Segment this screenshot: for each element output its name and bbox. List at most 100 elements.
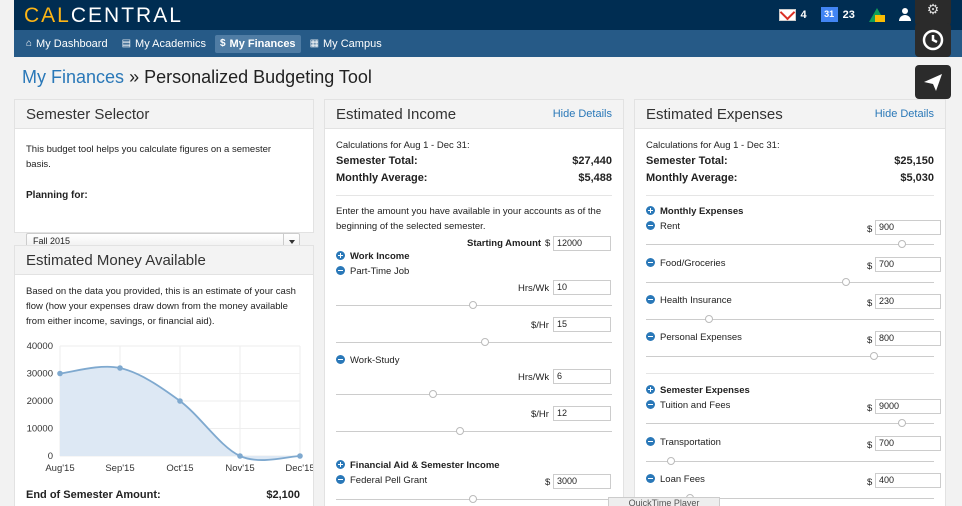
divider [646, 195, 934, 196]
pell-grant-slider[interactable] [336, 495, 612, 503]
panel-title: Semester Selector [26, 105, 150, 123]
dollar-icon: $ [219, 38, 226, 49]
transportation-input[interactable]: 700 [875, 436, 941, 451]
expenses-calc-period: Calculations for Aug 1 - Dec 31: [646, 140, 780, 151]
currency-symbol: $ [867, 298, 873, 309]
plus-icon [646, 385, 655, 394]
income-calc-period: Calculations for Aug 1 - Dec 31: [336, 140, 470, 151]
minus-icon [336, 355, 345, 364]
nav-my-dashboard[interactable]: ⌂ My Dashboard [21, 35, 113, 53]
nav-my-campus[interactable]: ▦ My Campus [305, 35, 387, 53]
header-icons: 4 3123 1 [778, 7, 922, 22]
part-time-rate-slider[interactable] [336, 338, 612, 346]
expense-item-tuition[interactable]: Tuition and Fees [646, 398, 730, 413]
divider [336, 195, 612, 196]
expense-item-personal[interactable]: Personal Expenses [646, 330, 742, 345]
y-tick-label: 40000 [27, 341, 53, 352]
hrs-wk-label: Hrs/Wk [518, 283, 550, 294]
expense-item-rent[interactable]: Rent [646, 219, 680, 234]
rent-slider[interactable] [646, 240, 934, 248]
expenses-hide-details-link[interactable]: Hide Details [875, 108, 934, 120]
currency-symbol: $ [867, 261, 873, 272]
food-slider[interactable] [646, 278, 934, 286]
end-semester-label: End of Semester Amount: [26, 489, 161, 501]
x-tick-label: Aug'15 [45, 463, 74, 474]
health-insurance-slider[interactable] [646, 315, 934, 323]
currency-symbol: $ [545, 238, 551, 249]
expense-item-transportation[interactable]: Transportation [646, 435, 721, 450]
history-overlay-button[interactable] [915, 23, 951, 57]
slider-handle[interactable] [898, 240, 906, 248]
work-study-hours-input[interactable]: 6 [553, 369, 611, 384]
nav-my-academics[interactable]: ▤ My Academics [117, 35, 211, 53]
starting-amount-input[interactable]: 12000 [553, 236, 611, 251]
expense-item-food[interactable]: Food/Groceries [646, 256, 725, 271]
slider-handle[interactable] [469, 301, 477, 309]
work-study-item[interactable]: Work-Study [336, 353, 399, 368]
pell-grant-item[interactable]: Federal Pell Grant [336, 473, 427, 488]
slider-handle[interactable] [481, 338, 489, 346]
slider-handle[interactable] [705, 315, 713, 323]
user-icon [898, 8, 911, 21]
financial-aid-heading[interactable]: Financial Aid & Semester Income [336, 458, 500, 473]
nav-label: My Finances [229, 37, 296, 50]
monthly-expenses-heading[interactable]: Monthly Expenses [646, 204, 743, 219]
personal-expenses-input[interactable]: 800 [875, 331, 941, 346]
slider-handle[interactable] [429, 390, 437, 398]
drive-button[interactable] [868, 7, 885, 22]
work-study-rate-slider[interactable] [336, 427, 612, 435]
slider-handle[interactable] [898, 419, 906, 427]
calcentral-logo[interactable]: CALCENTRAL [24, 4, 183, 28]
work-income-heading[interactable]: Work Income [336, 249, 409, 264]
personal-expenses-slider[interactable] [646, 352, 934, 360]
calendar-button[interactable]: 31 23 [820, 7, 855, 22]
part-time-rate-input[interactable]: 15 [553, 317, 611, 332]
label: Transportation [660, 437, 721, 448]
part-time-job-item[interactable]: Part-Time Job [336, 264, 409, 279]
planning-label: Planning for: [26, 190, 88, 201]
part-time-hours-slider[interactable] [336, 301, 612, 309]
mail-count: 4 [800, 8, 807, 21]
work-study-hours-slider[interactable] [336, 390, 612, 398]
expense-item-health-insurance[interactable]: Health Insurance [646, 293, 732, 308]
tuition-slider[interactable] [646, 419, 934, 427]
pell-grant-input[interactable]: 3000 [553, 474, 611, 489]
value: $5,488 [578, 172, 612, 184]
food-input[interactable]: 700 [875, 257, 941, 272]
slider-handle[interactable] [870, 352, 878, 360]
divider [646, 373, 934, 374]
currency-symbol: $ [867, 224, 873, 235]
health-insurance-input[interactable]: 230 [875, 294, 941, 309]
panel-header: Estimated Expenses Hide Details [635, 100, 945, 129]
income-hide-details-link[interactable]: Hide Details [553, 108, 612, 120]
send-overlay-button[interactable] [915, 65, 951, 99]
slider-handle[interactable] [469, 495, 477, 503]
label: Semester Total: [646, 155, 728, 167]
tooltip: QuickTime Player [608, 497, 720, 506]
minus-icon [646, 221, 655, 230]
nav-my-finances[interactable]: $ My Finances [214, 34, 301, 53]
loan-fees-input[interactable]: 400 [875, 473, 941, 488]
expense-item-loan-fees[interactable]: Loan Fees [646, 472, 705, 487]
label: Work-Study [350, 355, 400, 366]
nav-label: My Campus [323, 37, 382, 50]
y-tick-label: 20000 [27, 396, 53, 407]
value: $5,030 [900, 172, 934, 184]
slider-handle[interactable] [456, 427, 464, 435]
currency-symbol: $ [867, 335, 873, 346]
work-study-rate-input[interactable]: 12 [553, 406, 611, 421]
rent-input[interactable]: 900 [875, 220, 941, 235]
slider-handle[interactable] [667, 457, 675, 465]
income-instructions: Enter the amount you have available in y… [336, 206, 602, 232]
label: Health Insurance [660, 295, 732, 306]
label: Personal Expenses [660, 332, 742, 343]
transportation-slider[interactable] [646, 457, 934, 465]
semester-expenses-heading[interactable]: Semester Expenses [646, 383, 750, 398]
x-tick-label: Dec'15 [285, 463, 313, 474]
breadcrumb-my-finances[interactable]: My Finances [22, 67, 124, 87]
minus-icon [646, 258, 655, 267]
mail-button[interactable]: 4 [778, 8, 807, 21]
tuition-input[interactable]: 9000 [875, 399, 941, 414]
part-time-hours-input[interactable]: 10 [553, 280, 611, 295]
slider-handle[interactable] [842, 278, 850, 286]
